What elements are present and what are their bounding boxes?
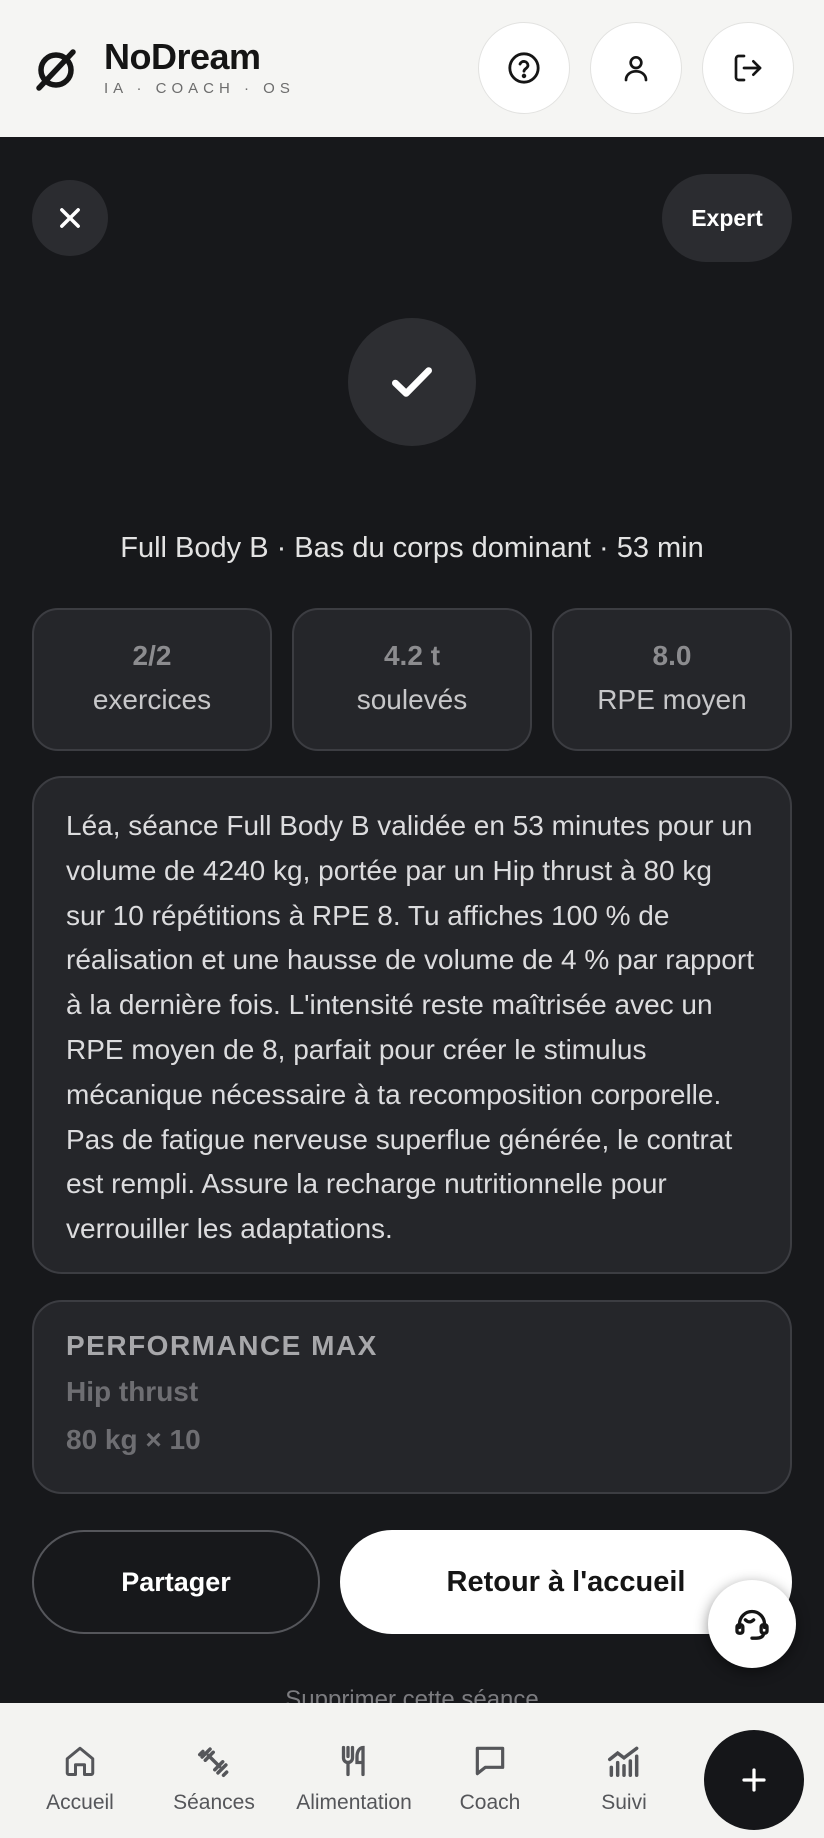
nav-label: Accueil <box>46 1791 114 1814</box>
nav-item-seances[interactable]: Séances <box>164 1703 264 1838</box>
nav-item-suivi[interactable]: Suivi <box>574 1703 674 1838</box>
profile-button[interactable] <box>590 22 682 114</box>
stat-value: 2/2 <box>132 640 172 671</box>
stat-value: 4.2 t <box>383 640 441 671</box>
stat-label: RPE moyen <box>597 684 747 715</box>
stat-card-rpe: 8.0 RPE moyen <box>552 608 792 751</box>
close-button[interactable] <box>32 180 108 256</box>
nav-item-coach[interactable]: Coach <box>440 1703 540 1838</box>
fork-knife-icon <box>341 1745 365 1777</box>
nav-item-accueil[interactable]: Accueil <box>30 1703 130 1838</box>
session-summary: Full Body B · Bas du corps dominant · 53… <box>120 532 704 564</box>
coach-feedback: Léa, séance Full Body B validée en 53 mi… <box>32 776 792 1274</box>
performance-exercise: Hip thrust <box>66 1376 199 1407</box>
stat-label: exercices <box>92 684 212 715</box>
nav-label: Alimentation <box>296 1791 412 1814</box>
stat-value: 8.0 <box>652 640 692 671</box>
home-icon <box>65 1746 95 1776</box>
nav-label: Séances <box>173 1791 255 1814</box>
user-icon <box>624 56 648 82</box>
logout-icon <box>734 54 762 82</box>
dumbbell-icon <box>198 1747 229 1777</box>
help-icon <box>508 52 540 84</box>
add-button[interactable] <box>704 1730 804 1830</box>
nav-item-alimentation[interactable]: Alimentation <box>286 1703 422 1838</box>
performance-value: 80 kg × 10 <box>66 1424 201 1455</box>
share-button[interactable]: Partager <box>32 1530 320 1634</box>
help-button[interactable] <box>478 22 570 114</box>
app-header: NoDream IA · COACH · OS <box>0 0 824 137</box>
brand-tagline: IA · COACH · OS <box>104 80 295 97</box>
chat-icon <box>475 1746 505 1776</box>
stat-card-exercises: 2/2 exercices <box>32 608 272 751</box>
nav-label: Suivi <box>601 1791 647 1814</box>
close-icon <box>60 208 80 228</box>
performance-title: PERFORMANCE MAX <box>66 1330 378 1361</box>
nav-label: Coach <box>459 1791 521 1814</box>
brand-name: NoDream <box>104 36 261 77</box>
expert-mode-button[interactable]: Expert <box>662 174 792 262</box>
logout-button[interactable] <box>702 22 794 114</box>
logo-icon <box>36 49 76 91</box>
plus-icon <box>742 1768 766 1792</box>
bottom-navigation: Accueil Séances Alimentation Coach Suivi <box>0 1703 824 1838</box>
session-complete-badge <box>348 318 476 446</box>
support-chat-button[interactable] <box>708 1580 796 1668</box>
stat-label: soulevés <box>356 684 468 715</box>
check-icon <box>392 367 432 397</box>
performance-max-card: PERFORMANCE MAX Hip thrust 80 kg × 10 <box>32 1300 792 1494</box>
stat-card-volume: 4.2 t soulevés <box>292 608 532 751</box>
support-agent-icon <box>735 1609 769 1640</box>
chart-icon <box>608 1746 639 1777</box>
